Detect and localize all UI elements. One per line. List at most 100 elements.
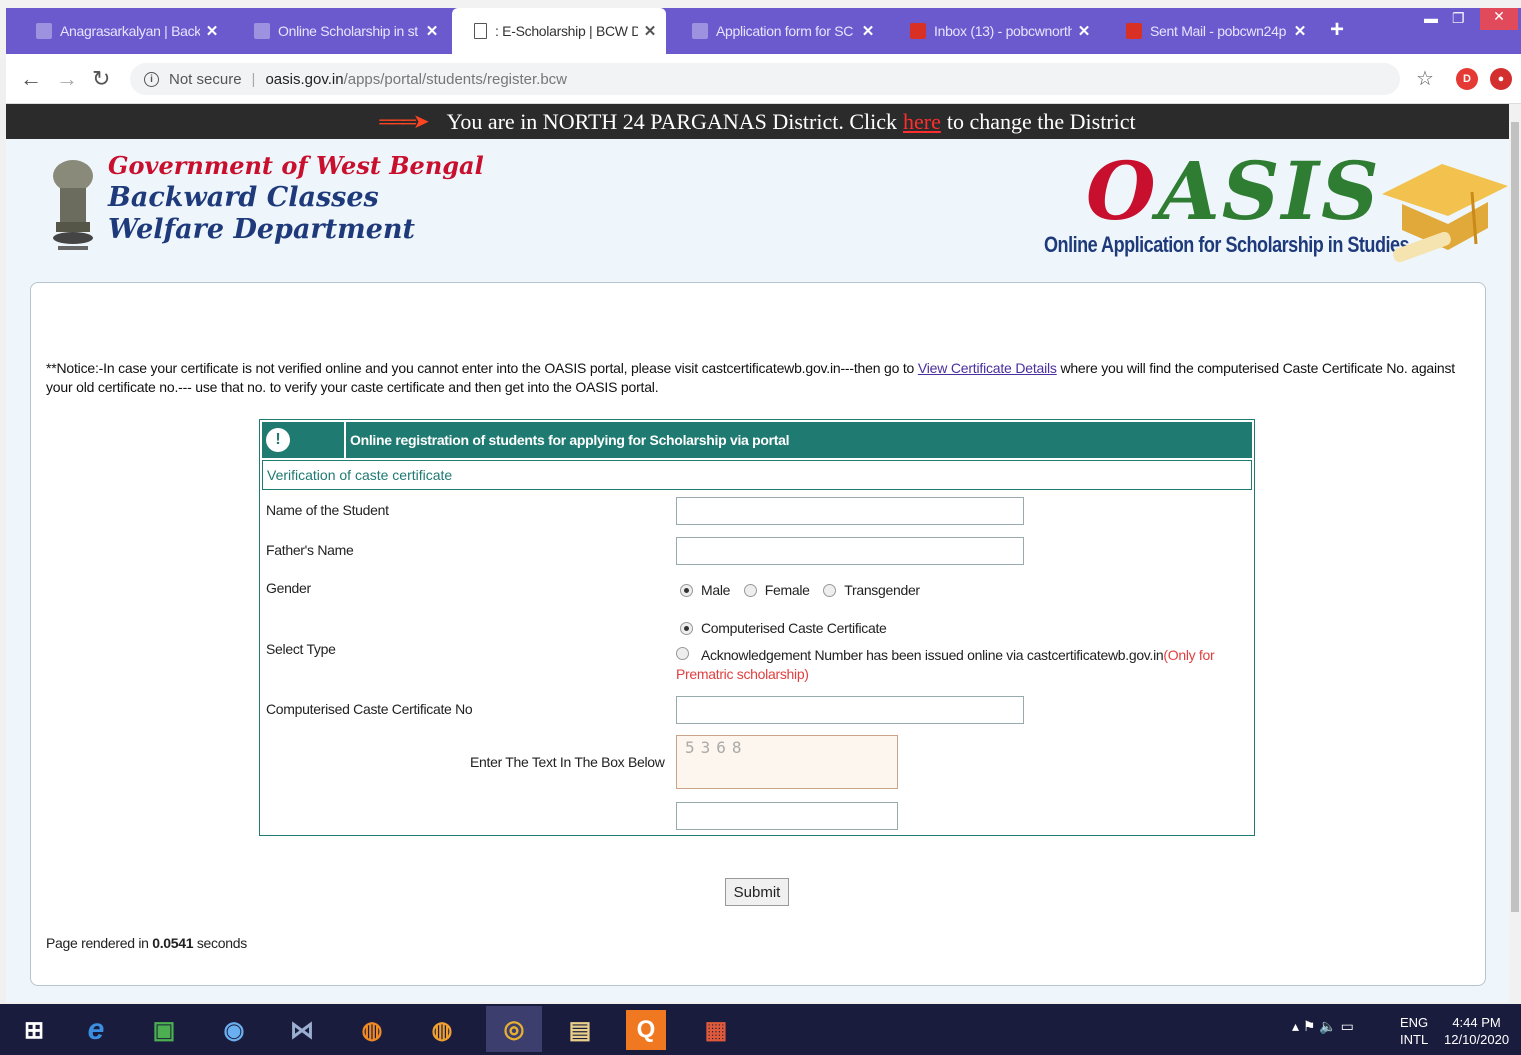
file-explorer-icon[interactable]: ▤ [560,1010,600,1050]
captcha-input[interactable] [676,802,898,830]
oasis-tagline: Online Application for Scholarship in St… [1044,232,1410,257]
gender-female-label: Female [764,582,810,598]
scrollbar-thumb[interactable] [1511,122,1519,912]
gender-male-radio[interactable]: Male [680,582,730,598]
tab-close-icon[interactable]: ✕ [206,22,219,40]
student-name-input[interactable] [676,497,1024,525]
tab-close-icon[interactable]: ✕ [862,22,875,40]
ashoka-emblem-icon [53,160,93,250]
language-indicator[interactable]: ENG INTL [1400,1014,1428,1048]
tab-close-icon[interactable]: ✕ [1294,22,1307,40]
tray-icons[interactable]: ▴ ⚑ 🔈 ▭ [1292,1018,1354,1035]
media-player-icon[interactable]: ⋈ [282,1010,322,1050]
page-favicon-icon [474,23,487,39]
student-name-label: Name of the Student [266,502,389,518]
page-favicon-icon [254,23,270,39]
captcha-label: Enter The Text In The Box Below [470,754,665,770]
clock-time: 4:44 PM [1452,1015,1501,1030]
view-certificate-details-link[interactable]: View Certificate Details [918,360,1057,376]
district-text: You are in NORTH 24 PARGANAS District. C… [446,108,897,134]
gender-radio-group: Male Female Transgender [680,582,930,600]
clock[interactable]: 4:44 PM 12/10/2020 [1444,1014,1509,1048]
government-name: Government of West Bengal [108,151,484,180]
url-input[interactable]: i Not secure | oasis.gov.in /apps/portal… [130,63,1400,95]
chrome-icon[interactable]: ◎ [486,1006,542,1052]
change-district-link[interactable]: here [903,109,941,135]
info-icon[interactable]: i [144,71,159,87]
type-radio-option[interactable] [676,647,697,660]
district-bar: ═══➤ You are in NORTH 24 PARGANAS Distri… [6,104,1509,139]
department-line1: Backward Classes [108,182,379,213]
presentation-app-icon[interactable]: ▦ [696,1010,736,1050]
back-icon[interactable]: ← [20,66,42,92]
gmail-icon [910,23,926,39]
forward-icon[interactable]: → [56,66,78,92]
url-host: oasis.gov.in [265,70,344,88]
radio-dot[interactable] [680,621,693,635]
form-subheading: Verification of caste certificate [262,460,1252,490]
browser-icon[interactable]: ◉ [214,1010,254,1050]
type-computerised-radio[interactable]: Computerised Caste Certificate [680,620,897,638]
tab-title: Anagrasarkalyan | Backw [60,23,200,39]
certificate-no-input[interactable] [676,696,1024,724]
security-label: Not secure [169,70,242,88]
tab-inbox[interactable]: Inbox (13) - pobcwnorth ✕ [888,10,1100,52]
graduation-cap-icon [1382,164,1508,263]
tab-online-scholarship[interactable]: Online Scholarship in st ✕ [232,10,448,52]
radio-dot[interactable] [823,583,837,597]
firefox-alt-icon[interactable]: ◍ [422,1010,462,1050]
form-heading: Online registration of students for appl… [350,432,790,448]
tab-sent-mail[interactable]: Sent Mail - pobcwn24p ✕ [1104,10,1316,52]
tab-anagrasarkalyan[interactable]: Anagrasarkalyan | Backw ✕ [14,10,228,52]
maximize-icon[interactable]: ❐ [1452,10,1465,27]
tab-close-icon[interactable]: ✕ [644,22,657,40]
father-name-input[interactable] [676,537,1024,565]
page-favicon-icon [692,23,708,39]
gender-male-label: Male [701,582,731,598]
page-scrollbar[interactable] [1509,104,1521,1002]
tab-e-scholarship[interactable]: : E-Scholarship | BCW D ✕ [452,8,666,54]
tab-title: Sent Mail - pobcwn24p [1150,23,1287,39]
radio-dot[interactable] [680,583,693,597]
site-favicon-icon [36,23,52,39]
internet-explorer-icon[interactable]: e [76,1010,116,1050]
bookmark-star-icon[interactable]: ☆ [1416,66,1434,91]
close-window-icon[interactable]: ✕ [1480,8,1518,30]
radio-dot[interactable] [743,583,757,597]
windows-start-icon[interactable]: ⊞ [14,1010,54,1050]
tab-close-icon[interactable]: ✕ [1078,22,1091,40]
gender-transgender-label: Transgender [844,582,920,598]
keyboard-layout: INTL [1400,1032,1429,1047]
oasis-logo: OASIS Online Application for Scholarship… [1042,144,1509,274]
department-line2: Welfare Department [108,214,415,245]
q-app-icon[interactable]: Q [626,1010,666,1050]
alert-icon: ! [266,428,290,452]
type-acknowledgement-label: Acknowledgement Number has been issued o… [701,647,1164,663]
gender-transgender-radio[interactable]: Transgender [823,582,920,598]
select-type-label: Select Type [266,641,336,657]
new-tab-button[interactable]: + [1330,16,1344,44]
father-name-label: Father's Name [266,542,354,558]
minimize-icon[interactable]: ▬ [1424,10,1438,26]
tab-close-icon[interactable]: ✕ [426,22,439,40]
extension-icon[interactable]: ● [1490,68,1512,90]
tab-application-form[interactable]: Application form for SC ✕ [670,10,884,52]
oasis-wordmark: OASIS [1086,144,1381,238]
gender-female-radio[interactable]: Female [743,582,810,598]
tab-title: : E-Scholarship | BCW D [495,23,638,39]
desktop-screen: Anagrasarkalyan | Backw ✕ Online Scholar… [0,0,1521,1055]
store-icon[interactable]: ▣ [144,1010,184,1050]
submit-button[interactable]: Submit [725,878,789,906]
type-radio-option[interactable]: Computerised Caste Certificate [680,620,887,636]
radio-dot[interactable] [676,647,689,660]
logo-letter-o: O [1086,144,1158,238]
reload-icon[interactable]: ↻ [92,66,110,92]
address-bar: ← → ↻ i Not secure | oasis.gov.in /apps/… [6,54,1521,104]
district-suffix: to change the District [946,108,1136,134]
gender-label: Gender [266,580,311,596]
type-acknowledgement-radio[interactable]: Acknowledgement Number has been issued o… [676,646,1250,684]
extension-d-icon[interactable]: D [1456,68,1478,90]
arrow-icon: ═══➤ [379,111,429,133]
render-time-value: 0.0541 [152,935,194,951]
firefox-icon[interactable]: ◍ [352,1010,392,1050]
